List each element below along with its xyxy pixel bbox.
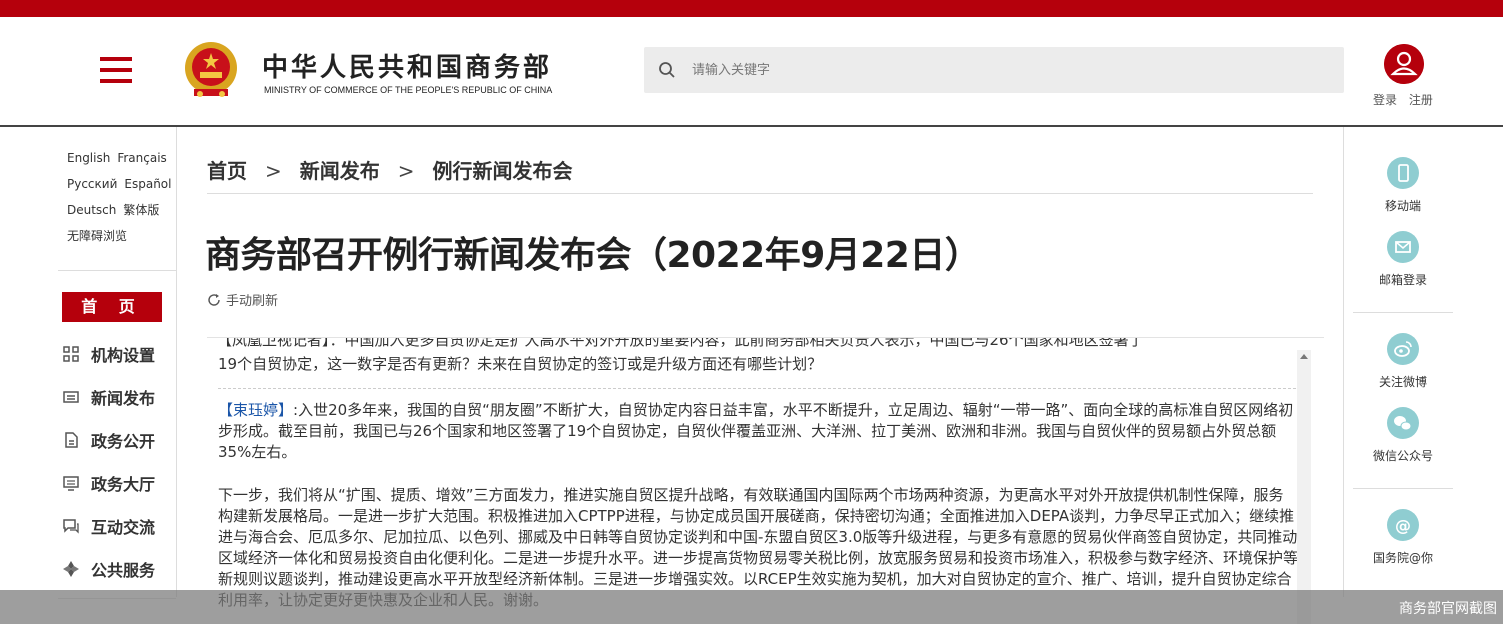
news-icon — [63, 390, 79, 403]
search-icon[interactable] — [658, 61, 676, 79]
breadcrumb-press-conference[interactable]: 例行新闻发布会 — [433, 159, 573, 183]
lang-russian[interactable]: Русский — [67, 177, 117, 191]
scrollbar[interactable] — [1297, 350, 1311, 624]
svg-text:@: @ — [1395, 516, 1411, 535]
lang-french[interactable]: Français — [117, 151, 166, 165]
scroll-up-icon[interactable] — [1300, 354, 1308, 359]
search-box[interactable] — [644, 47, 1344, 93]
sidebar-item-public-service[interactable]: 公共服务 — [62, 547, 176, 590]
weibo-icon — [1387, 333, 1419, 365]
divider — [218, 388, 1296, 389]
weibo-label: 关注微博 — [1378, 375, 1427, 389]
mobile-link[interactable]: 移动端 — [1353, 157, 1453, 214]
divider — [1343, 127, 1344, 597]
page-title: 商务部召开例行新闻发布会（2022年9月22日） — [205, 235, 981, 276]
answer-paragraph-1: 【束珏婷】:入世20多年来，我国的自贸“朋友圈”不断扩大，自贸协定内容日益丰富，… — [218, 400, 1298, 463]
home-button[interactable]: 首 页 — [62, 292, 162, 322]
lang-traditional[interactable]: 繁体版 — [123, 203, 159, 217]
article-content: 【凤凰卫视记者】：中国加入更多自贸协定是扩大高水平对外开放的重要内容，此前商务部… — [207, 337, 1324, 624]
menu-icon[interactable] — [100, 57, 132, 83]
divider — [176, 127, 177, 597]
wechat-icon — [1387, 407, 1419, 439]
mail-link[interactable]: 邮箱登录 — [1353, 231, 1453, 288]
service-icon — [63, 560, 79, 577]
search-input[interactable] — [692, 57, 1312, 83]
sidebar-item-interaction[interactable]: 互动交流 — [62, 504, 176, 547]
monitor-icon — [63, 475, 79, 491]
sidebar-item-label: 政务大厅 — [91, 474, 156, 494]
state-council-link[interactable]: @ 国务院@你 — [1353, 509, 1453, 566]
sidebar-item-label: 公共服务 — [91, 560, 156, 580]
register-link[interactable]: 注册 — [1409, 93, 1433, 107]
breadcrumb-news[interactable]: 新闻发布 — [300, 159, 380, 183]
site-subtitle: MINISTRY OF COMMERCE OF THE PEOPLE'S REP… — [264, 85, 553, 95]
lang-english[interactable]: English — [67, 151, 110, 165]
sidebar-nav: 机构设置 新闻发布 政务公开 政务大厅 互动交流 公共服务 — [62, 332, 176, 590]
weibo-link[interactable]: 关注微博 — [1353, 333, 1453, 390]
divider — [1353, 488, 1453, 489]
mobile-label: 移动端 — [1384, 199, 1421, 213]
sidebar-item-affairs[interactable]: 政务公开 — [62, 418, 176, 461]
lang-german[interactable]: Deutsch — [67, 203, 116, 217]
state-council-label: 国务院@你 — [1372, 551, 1433, 565]
refresh-icon — [208, 294, 220, 306]
divider — [1353, 312, 1453, 313]
wechat-link[interactable]: 微信公众号 — [1353, 407, 1453, 464]
sidebar-item-label: 新闻发布 — [91, 388, 156, 408]
site-title[interactable]: 中华人民共和国商务部 — [262, 47, 552, 84]
speaker-name: 【束珏婷】 — [218, 401, 294, 419]
sidebar-item-label: 互动交流 — [91, 517, 156, 537]
sidebar-item-news[interactable]: 新闻发布 — [62, 375, 176, 418]
chevron-right-icon: > — [265, 159, 282, 183]
breadcrumb: 首页 > 新闻发布 > 例行新闻发布会 — [207, 155, 573, 184]
breadcrumb-home[interactable]: 首页 — [207, 159, 247, 183]
top-red-bar — [0, 0, 1503, 17]
mobile-icon — [1387, 157, 1419, 189]
divider — [207, 193, 1313, 194]
auth-links: 登录 注册 — [1373, 91, 1441, 108]
grid-icon — [63, 345, 79, 362]
site-header: 中华人民共和国商务部 MINISTRY OF COMMERCE OF THE P… — [0, 17, 1503, 127]
question-text: 19个自贸协定，这一数字是否有更新？未来在自贸协定的签订或是升级方面还有哪些计划… — [218, 355, 823, 373]
divider — [58, 270, 176, 271]
sidebar-item-organization[interactable]: 机构设置 — [62, 332, 176, 375]
mail-icon — [1387, 231, 1419, 263]
question-clipped-line: 【凤凰卫视记者】：中国加入更多自贸协定是扩大高水平对外开放的重要内容，此前商务部… — [217, 337, 1144, 349]
watermark-bar: 商务部官网截图 — [0, 590, 1503, 624]
answer-text: :入世20多年来，我国的自贸“朋友圈”不断扩大，自贸协定内容日益丰富，水平不断提… — [218, 401, 1294, 461]
wechat-label: 微信公众号 — [1372, 449, 1433, 463]
mail-label: 邮箱登录 — [1378, 273, 1427, 287]
user-icon[interactable] — [1384, 44, 1424, 84]
national-emblem-logo[interactable] — [180, 39, 242, 101]
login-link[interactable]: 登录 — [1373, 93, 1397, 107]
refresh-button[interactable]: 手动刷新 — [207, 290, 278, 309]
sidebar-item-label: 政务公开 — [91, 431, 156, 451]
at-icon: @ — [1387, 509, 1419, 541]
lang-spanish[interactable]: Español — [124, 177, 171, 191]
sidebar-item-label: 机构设置 — [91, 345, 156, 365]
chat-icon — [63, 518, 79, 534]
accessibility-link[interactable]: 无障碍浏览 — [67, 229, 127, 243]
language-list: English Français Русский Español Deutsch 繁体… — [58, 145, 176, 249]
document-icon — [65, 431, 78, 448]
watermark-text: 商务部官网截图 — [1399, 601, 1497, 617]
chevron-right-icon: > — [397, 159, 415, 183]
sidebar-item-hall[interactable]: 政务大厅 — [62, 461, 176, 504]
refresh-label: 手动刷新 — [226, 294, 279, 309]
